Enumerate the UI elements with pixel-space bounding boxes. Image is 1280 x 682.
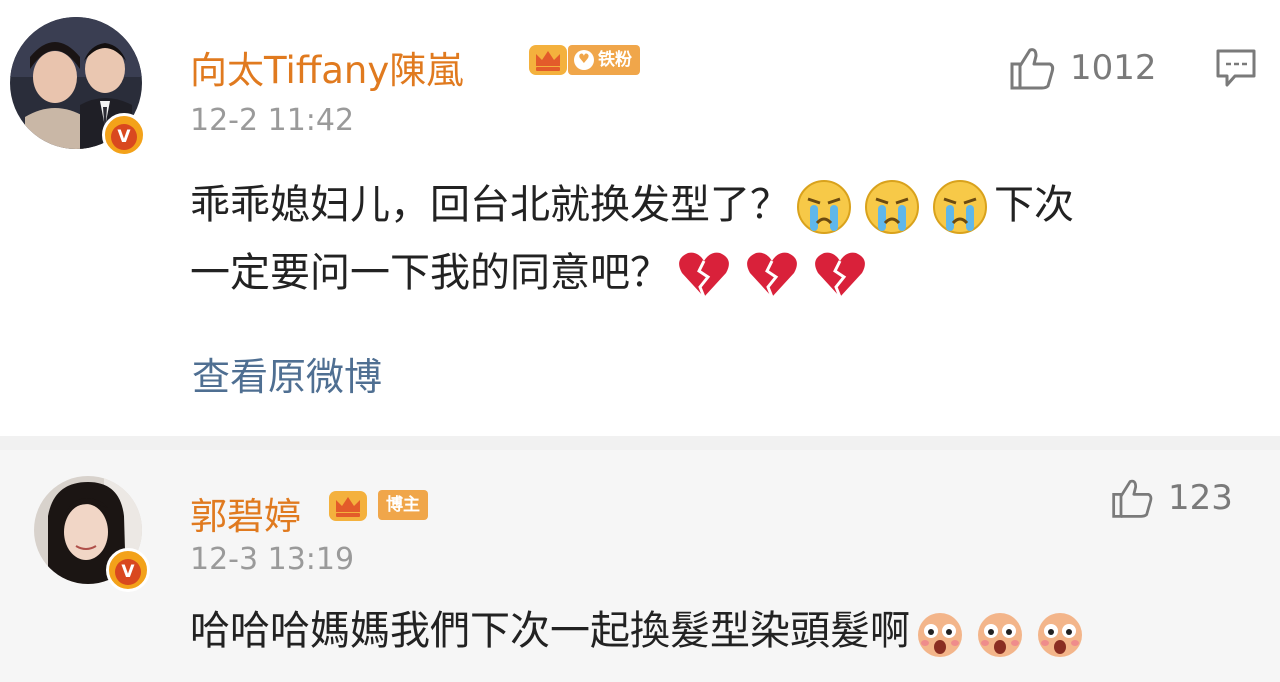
shocked-face-emoji-icon: [978, 613, 1022, 657]
crown-icon: [529, 45, 567, 75]
fan-badge: ♥ 铁粉: [568, 45, 640, 75]
like-count: 123: [1168, 478, 1233, 518]
comment-timestamp: 12-3 13:19: [190, 542, 355, 577]
like-button[interactable]: 123: [1110, 476, 1233, 520]
comment-text: 下次: [994, 182, 1074, 228]
avatar[interactable]: V: [10, 17, 146, 157]
shocked-face-emoji-icon: [918, 613, 962, 657]
crying-emoji-icon: [865, 180, 919, 234]
comment-text: 一定要问一下我的同意吧？: [190, 250, 670, 296]
comment-username[interactable]: 郭碧婷: [190, 486, 301, 540]
thumbs-up-icon: [1010, 48, 1055, 90]
comment-divider: [0, 436, 1280, 450]
comment-text-line: 一定要问一下我的同意吧？: [190, 240, 874, 301]
verified-badge-icon: V: [102, 113, 146, 157]
like-count: 1012: [1070, 48, 1157, 88]
avatar[interactable]: V: [34, 476, 150, 592]
crying-emoji-icon: [933, 180, 987, 234]
broken-heart-emoji-icon: [747, 252, 797, 298]
crying-emoji-icon: [797, 180, 851, 234]
broken-heart-emoji-icon: [679, 252, 729, 298]
comment-text-line: 乖乖媳妇儿，回台北就换发型了？ 下次: [190, 172, 1074, 235]
comment-item: V 郭碧婷 博主 12-3 13:19 123 哈哈哈媽媽我們下次一起換髮型染頭…: [0, 450, 1280, 682]
reply-comment-icon[interactable]: [1215, 48, 1257, 88]
comment-username[interactable]: 向太Tiffany陳嵐: [190, 40, 463, 94]
broken-heart-emoji-icon: [815, 252, 865, 298]
author-badge: 博主: [378, 490, 428, 520]
like-button[interactable]: 1012: [1008, 44, 1157, 92]
fan-badge-label: 铁粉: [598, 50, 632, 70]
view-original-link[interactable]: 查看原微博: [192, 346, 382, 401]
author-badge-label: 博主: [386, 495, 420, 515]
comment-timestamp: 12-2 11:42: [190, 103, 355, 138]
comment-text: 乖乖媳妇儿，回台北就换发型了？: [190, 182, 790, 228]
thumbs-up-icon: [1112, 479, 1153, 518]
comment-item: V 向太Tiffany陳嵐 ♥ 铁粉 12-2 11:42 1012 乖乖媳妇儿…: [0, 0, 1280, 436]
heart-icon: ♥: [574, 50, 594, 70]
comment-text: 哈哈哈媽媽我們下次一起換髮型染頭髮啊: [190, 608, 910, 654]
shocked-face-emoji-icon: [1038, 613, 1082, 657]
crown-icon: [329, 491, 367, 521]
verified-badge-icon: V: [106, 548, 150, 592]
comment-text-line: 哈哈哈媽媽我們下次一起換髮型染頭髮啊: [190, 598, 1090, 659]
